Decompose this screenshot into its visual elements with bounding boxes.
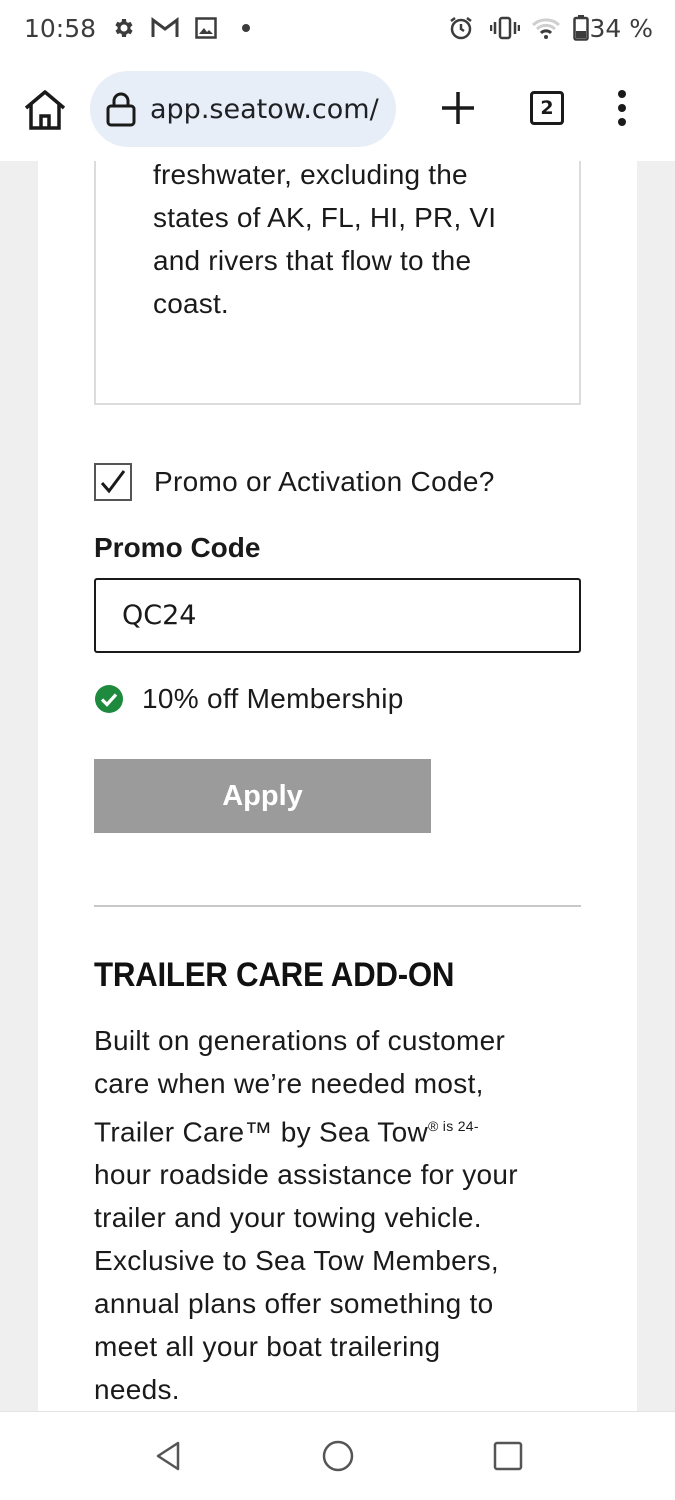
system-nav-bar [0,1411,675,1500]
addon-line-text: Trailer Care™ by Sea Tow [94,1116,428,1148]
dot-icon [240,14,252,42]
section-divider [94,905,581,907]
back-icon[interactable] [150,1438,186,1474]
plan-description-line: and rivers that flow to the [153,245,472,276]
addon-line: annual plans offer something to [94,1288,494,1320]
addon-line: Trailer Care™ by Sea Tow® is 24- [94,1105,584,1153]
plan-description-line: freshwater, excluding the [153,161,468,190]
home-circle-icon[interactable] [320,1438,356,1474]
promo-status: 10% off Membership [94,683,404,715]
plan-option-card[interactable]: freshwater, excluding the states of AK, … [94,161,581,405]
plan-description: freshwater, excluding the states of AK, … [153,161,533,325]
address-bar[interactable]: app.seatow.com/ [90,71,396,147]
addon-line: care when we’re needed most, [94,1068,484,1099]
browser-toolbar: app.seatow.com/ 2 [0,58,675,161]
plan-description-line: states of AK, FL, HI, PR, VI [153,202,497,233]
apply-button[interactable]: Apply [94,759,431,833]
status-bar: 10:58 34 % [0,0,675,58]
settings-icon [110,14,136,42]
membership-form: freshwater, excluding the states of AK, … [38,161,637,1411]
promo-checkbox-label[interactable]: Promo or Activation Code? [154,466,495,498]
addon-line: hour roadside assistance for your [94,1159,518,1191]
trailer-care-heading: TRAILER CARE ADD-ON [94,956,455,994]
addon-line: meet all your boat trailering [94,1331,441,1363]
checkmark-icon [100,470,126,494]
lock-icon [106,91,136,127]
more-vert-icon[interactable] [612,88,632,128]
wifi-icon [530,14,562,42]
plan-description-line: coast. [153,288,229,319]
promo-checkbox[interactable] [94,463,132,501]
promo-code-input[interactable] [94,578,581,653]
vibrate-icon [490,14,520,42]
home-icon[interactable] [22,88,68,132]
promo-checkbox-row[interactable]: Promo or Activation Code? [94,463,495,501]
trailer-care-description: Built on generations of customer care wh… [94,1019,584,1411]
gmail-icon [150,14,180,42]
addon-line: Exclusive to Sea Tow Members, [94,1245,500,1277]
check-circle-icon [94,684,124,714]
addon-line: trailer and your towing vehicle. [94,1202,482,1234]
recents-icon[interactable] [490,1438,526,1474]
tabs-icon[interactable]: 2 [530,91,564,125]
registered-mark: ® is 24- [428,1118,479,1134]
addon-line: Built on generations of customer [94,1025,506,1056]
battery-icon [572,14,590,42]
addon-line: needs. [94,1374,180,1406]
alarm-icon [447,14,475,42]
url-text: app.seatow.com/ [150,93,379,125]
promo-status-text: 10% off Membership [142,683,404,714]
battery-percent: 34 % [589,14,653,43]
promo-code-label: Promo Code [94,532,261,563]
status-time: 10:58 [24,14,97,43]
plus-icon[interactable] [440,90,476,126]
image-icon [194,14,218,42]
